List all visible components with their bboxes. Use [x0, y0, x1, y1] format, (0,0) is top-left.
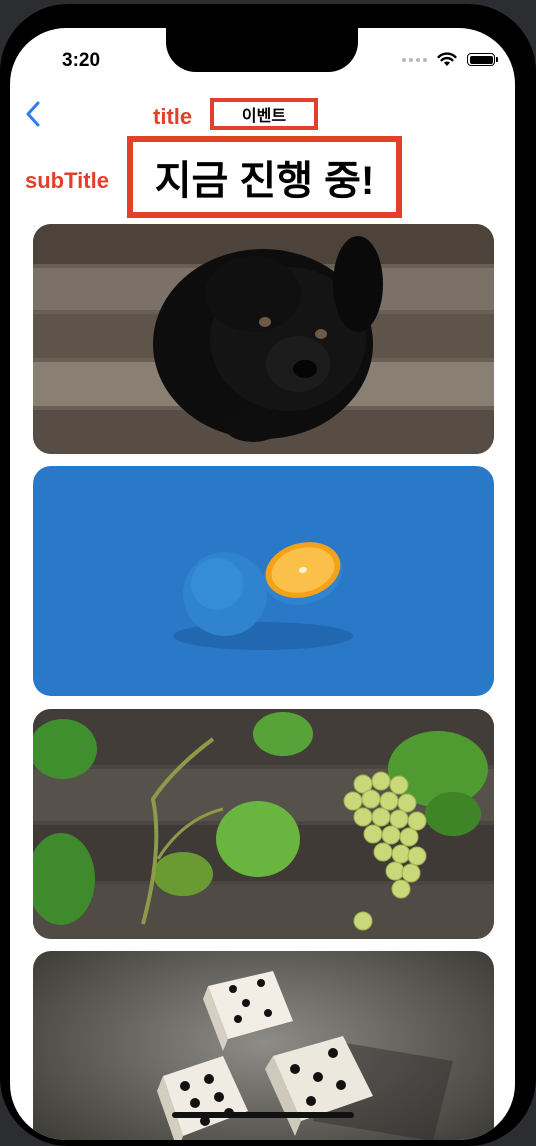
title-annotation-label: title: [153, 104, 193, 129]
puppy-image: [33, 224, 494, 454]
orange-image: [33, 466, 494, 696]
notch: [166, 28, 358, 72]
battery-icon: [467, 53, 498, 66]
status-icons: [402, 52, 498, 67]
event-card-grapes[interactable]: [33, 709, 494, 939]
wifi-icon: [437, 52, 457, 66]
home-indicator: [172, 1112, 354, 1118]
event-card-orange[interactable]: [33, 466, 494, 696]
back-button[interactable]: [22, 100, 46, 128]
phone-frame: 3:20 title 이벤트 subTitle 지금 진행 중!: [0, 4, 536, 1146]
grapes-image: [33, 709, 494, 939]
status-time: 3:20: [62, 50, 101, 71]
subtitle-annotation-label: subTitle: [25, 168, 109, 193]
nav-title: 이벤트: [210, 98, 318, 130]
cellular-signal-icon: [402, 57, 427, 62]
event-card-puppy[interactable]: [33, 224, 494, 454]
app-screen: 3:20 title 이벤트 subTitle 지금 진행 중!: [10, 28, 515, 1140]
chevron-left-icon: [26, 101, 40, 127]
page-subtitle: 지금 진행 중!: [127, 136, 402, 218]
